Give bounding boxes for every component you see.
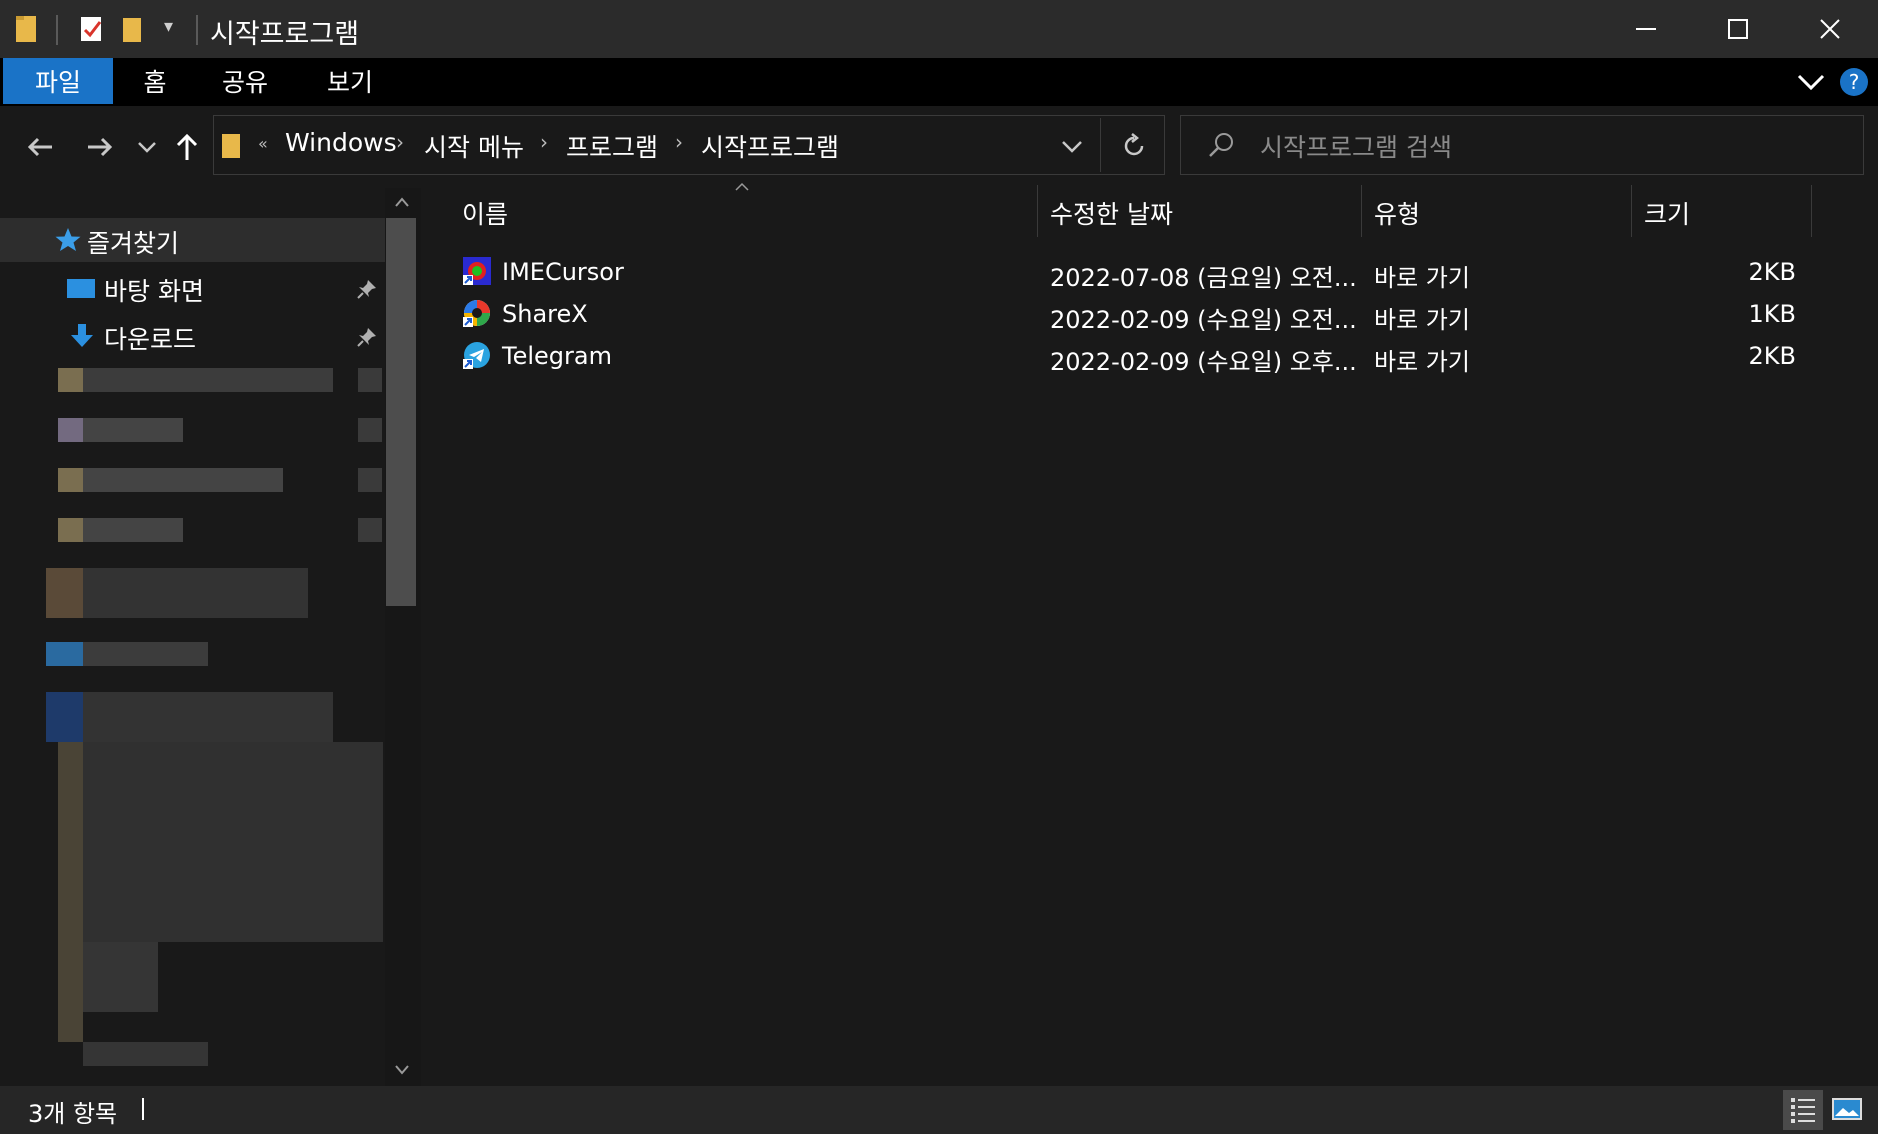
item-count: 3개 항목 — [28, 1100, 118, 1128]
toolbar-separator — [196, 15, 198, 45]
tab-file[interactable]: 파일 — [3, 58, 113, 104]
nav-label-desktop[interactable]: 바탕 화면 — [104, 272, 204, 308]
breadcrumb-programs[interactable]: 프로그램 — [566, 128, 658, 164]
maximize-icon — [1728, 19, 1748, 39]
file-modified: 2022-02-09 (수요일) 오후... — [1050, 348, 1357, 376]
file-type: 바로 가기 — [1374, 264, 1470, 292]
column-divider[interactable] — [1631, 185, 1632, 237]
minimize-button[interactable] — [1600, 0, 1692, 58]
maximize-button[interactable] — [1692, 0, 1784, 58]
pin-icon[interactable] — [356, 278, 378, 300]
file-size: 1KB — [1748, 300, 1796, 328]
column-divider[interactable] — [1037, 185, 1038, 237]
status-bar — [0, 1086, 1878, 1134]
column-header-type[interactable]: 유형 — [1374, 195, 1420, 231]
breadcrumb-start-menu[interactable]: 시작 메뉴 — [424, 128, 524, 164]
column-header-size[interactable]: 크기 — [1644, 195, 1690, 231]
ribbon-expand-icon[interactable] — [1796, 70, 1826, 94]
status-separator — [142, 1098, 144, 1120]
tab-share[interactable]: 공유 — [210, 58, 280, 104]
search-icon — [1209, 133, 1233, 157]
large-icons-view-icon — [1832, 1098, 1862, 1120]
nav-label-favorites[interactable]: 즐겨찾기 — [87, 224, 179, 260]
breadcrumb-separator-icon[interactable]: › — [540, 130, 548, 154]
breadcrumb-overflow[interactable]: « — [258, 134, 268, 153]
breadcrumb-windows[interactable]: Windows — [285, 128, 397, 157]
forward-arrow-icon[interactable] — [84, 134, 114, 160]
folder-icon — [222, 134, 240, 158]
recent-locations-chevron-icon[interactable] — [136, 138, 158, 156]
column-divider[interactable] — [1811, 185, 1812, 237]
breadcrumb-separator-icon[interactable]: › — [675, 130, 683, 154]
imecursor-app-icon — [463, 257, 491, 285]
help-button[interactable]: ? — [1840, 68, 1868, 96]
refresh-icon[interactable] — [1120, 132, 1148, 160]
column-header-name[interactable]: 이름 — [462, 195, 508, 231]
customize-quick-access-icon[interactable]: ▾ — [164, 16, 173, 37]
sharex-app-icon — [463, 300, 490, 327]
minimize-icon — [1636, 28, 1656, 30]
scroll-up-icon[interactable] — [394, 196, 410, 208]
file-size: 2KB — [1748, 258, 1796, 286]
window-title: 시작프로그램 — [210, 19, 360, 50]
file-name[interactable]: Telegram — [502, 342, 612, 370]
file-modified: 2022-07-08 (금요일) 오전... — [1050, 264, 1357, 292]
breadcrumb-separator-icon[interactable]: › — [396, 130, 404, 154]
file-name[interactable]: IMECursor — [502, 258, 624, 286]
details-view-button[interactable] — [1783, 1090, 1823, 1130]
large-icons-view-button[interactable] — [1827, 1090, 1867, 1130]
download-icon — [71, 324, 93, 347]
desktop-icon — [67, 279, 95, 298]
nav-scrollbar-thumb[interactable] — [386, 218, 416, 606]
telegram-app-icon — [463, 342, 490, 369]
nav-label-downloads[interactable]: 다운로드 — [104, 320, 196, 356]
column-header-modified[interactable]: 수정한 날짜 — [1050, 195, 1173, 231]
breadcrumb-startup[interactable]: 시작프로그램 — [701, 128, 839, 164]
sort-ascending-icon — [735, 182, 749, 191]
back-arrow-icon[interactable] — [26, 134, 56, 160]
search-placeholder[interactable]: 시작프로그램 검색 — [1260, 128, 1452, 164]
file-type: 바로 가기 — [1374, 306, 1470, 334]
close-icon — [1820, 19, 1840, 39]
ribbon — [0, 58, 1878, 106]
file-size: 2KB — [1748, 342, 1796, 370]
address-divider — [1100, 118, 1101, 172]
details-view-icon — [1791, 1098, 1815, 1123]
file-modified: 2022-02-09 (수요일) 오전... — [1050, 306, 1357, 334]
tab-home[interactable]: 홈 — [125, 58, 185, 104]
folder-icon — [16, 16, 36, 42]
file-name[interactable]: ShareX — [502, 300, 588, 328]
address-dropdown-chevron-icon[interactable] — [1060, 136, 1084, 156]
tab-view[interactable]: 보기 — [315, 58, 385, 104]
close-button[interactable] — [1784, 0, 1876, 58]
star-icon — [55, 228, 81, 251]
column-divider[interactable] — [1361, 185, 1362, 237]
up-arrow-icon[interactable] — [174, 132, 200, 162]
scroll-down-icon[interactable] — [394, 1064, 410, 1076]
pin-icon[interactable] — [356, 326, 378, 348]
properties-icon[interactable] — [78, 14, 106, 44]
toolbar-separator — [56, 15, 58, 45]
new-folder-icon[interactable] — [120, 14, 146, 44]
file-type: 바로 가기 — [1374, 348, 1470, 376]
